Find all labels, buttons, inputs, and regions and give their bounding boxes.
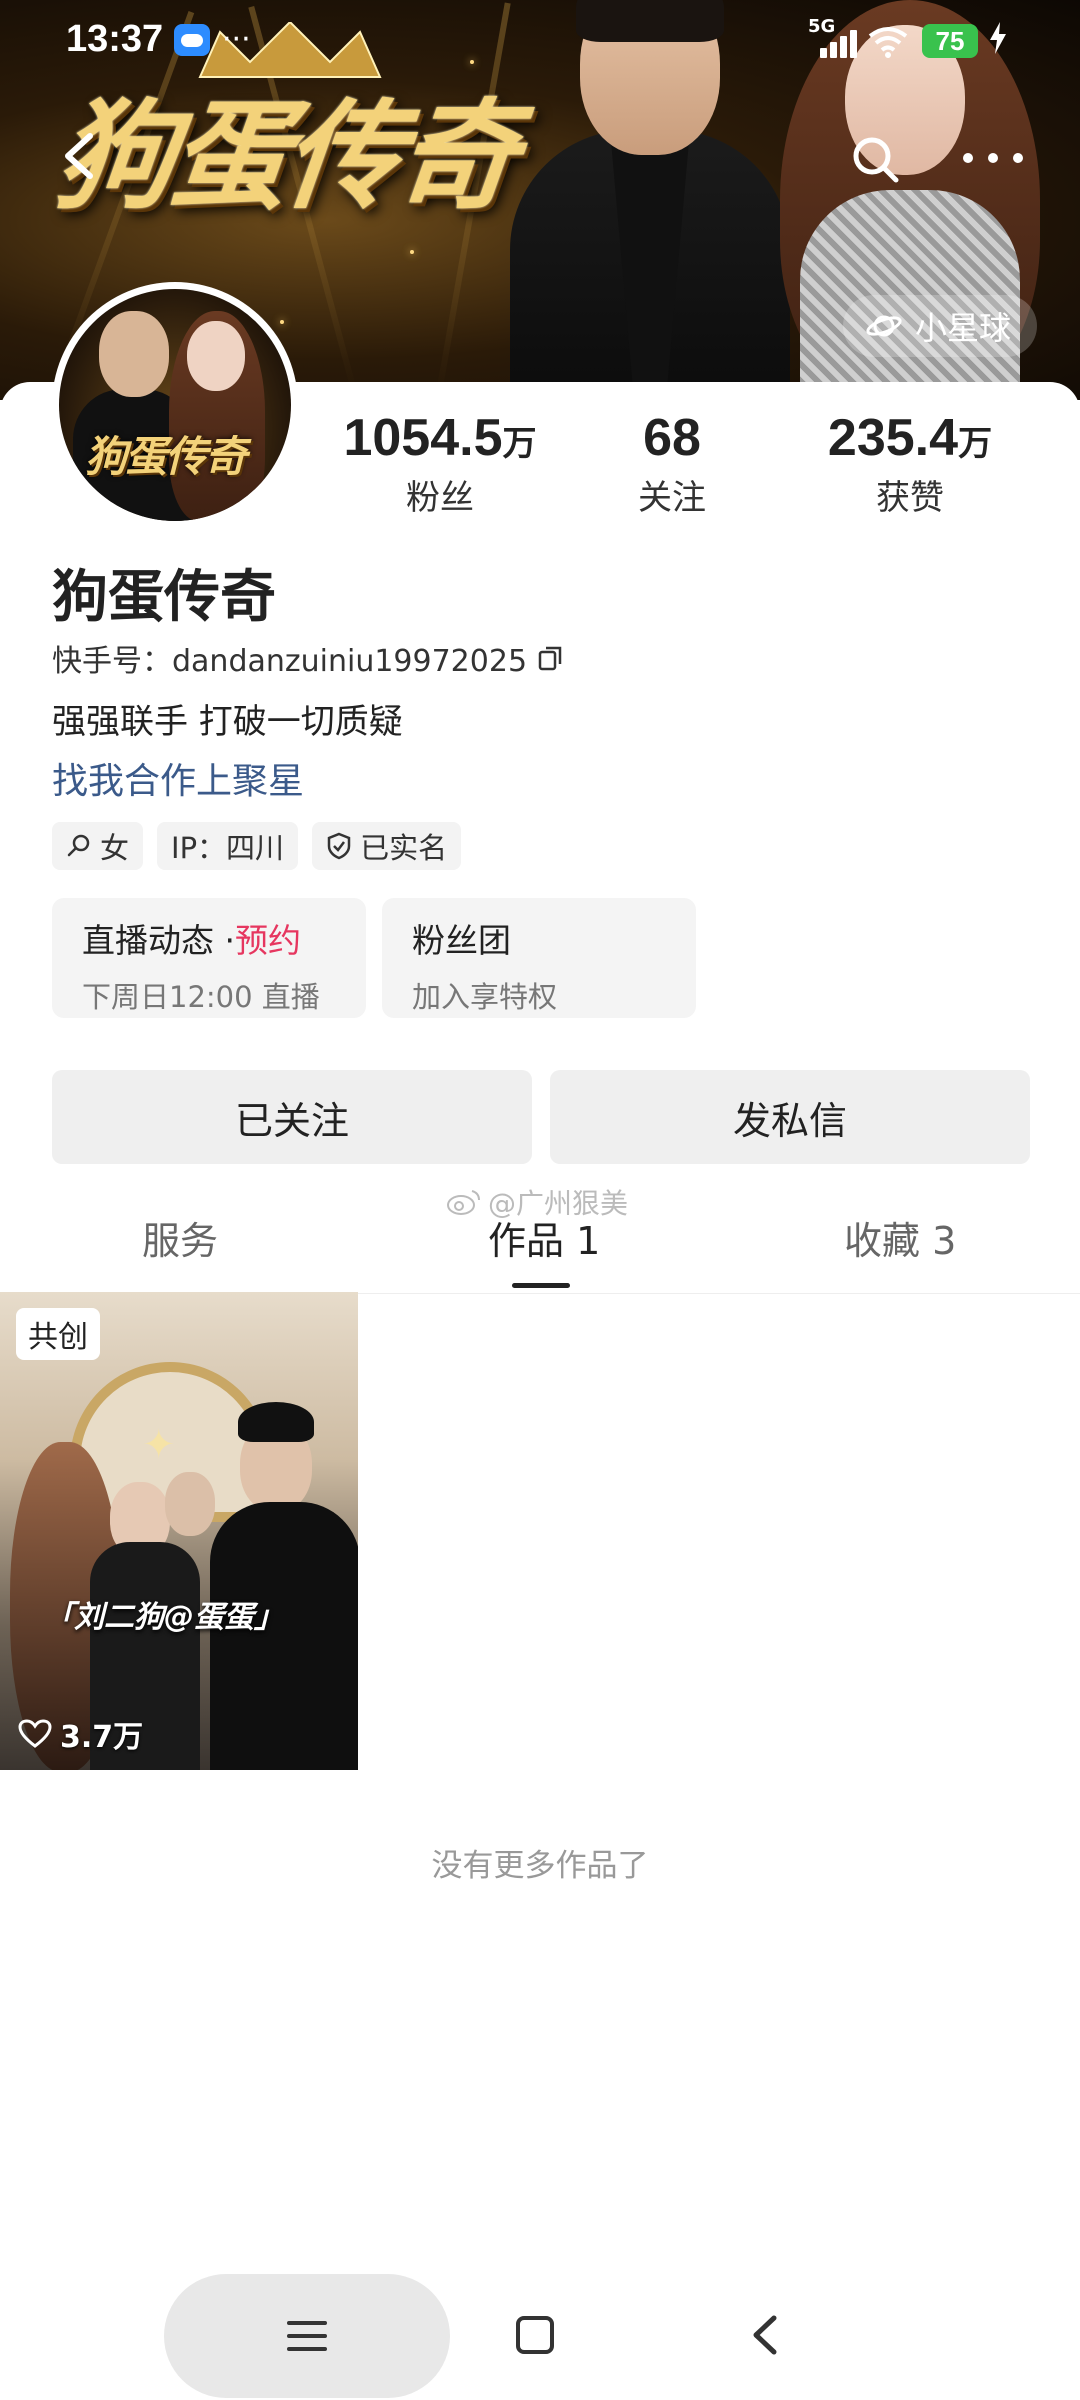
stat-following-value: 68 [643,409,701,467]
work-thumbnail[interactable]: ✦ 共创 「刘二狗@蛋蛋」 3.7万 [0,1292,358,1770]
followed-button[interactable]: 已关注 [52,1070,532,1164]
stat-followers-unit: 万 [502,425,537,463]
avatar-title: 狗蛋传奇 [85,432,247,481]
cloud-icon [174,24,210,56]
stat-likes[interactable]: 235.4万 获赞 [800,408,1020,519]
thumbnail-person [238,1402,314,1442]
system-back-button[interactable] [742,2310,792,2360]
tag-verified-label: 已实名 [360,831,448,865]
kuaishou-id-row[interactable]: 快手号：dandanzuiniu19972025 [52,636,565,680]
wifi-icon [868,26,908,66]
content-tabs: 服务 作品 1 收藏 3 [0,1210,1080,1294]
back-button[interactable] [54,128,110,184]
stat-followers-label: 粉丝 [406,478,474,518]
home-button[interactable] [516,2316,554,2354]
profile-tags: 女 IP：四川 已实名 [52,822,462,870]
status-bar: 13:37 ··· 5G 75 [0,0,1080,84]
tag-gender-label: 女 [100,831,130,865]
search-icon [853,137,899,183]
profile-bio: 强强联手 打破一切质疑 [52,702,403,742]
planet-button[interactable]: 小星球 [843,295,1037,357]
system-nav-bar [0,2270,1080,2400]
chandelier-icon: ✦ [142,1422,176,1468]
signal-icon [820,28,860,58]
work-likes-count: 3.7万 [60,1720,144,1755]
avatar[interactable]: 狗蛋传奇 [52,282,298,528]
cooperation-link[interactable]: 找我合作上聚星 [52,752,304,804]
stat-followers-value: 1054.5 [343,409,503,467]
banner-title: 狗蛋传奇 [49,86,521,225]
stat-following-label: 关注 [638,478,706,518]
stat-followers[interactable]: 1054.5万 粉丝 [330,408,550,519]
heart-icon [18,1719,52,1748]
sparkle [410,250,414,254]
tab-service[interactable]: 服务 [142,1210,218,1265]
tag-verified: 已实名 [312,822,462,870]
message-button[interactable]: 发私信 [550,1070,1030,1164]
live-card-dot: · [224,921,236,960]
fan-club-card[interactable]: 粉丝团 加入享特权 [382,898,696,1018]
fan-card-title: 粉丝团 [412,921,511,960]
stat-likes-unit: 万 [958,425,993,463]
search-button[interactable] [848,132,904,188]
stat-following[interactable]: 68 关注 [592,408,752,519]
tab-active-indicator [512,1283,570,1288]
tab-works[interactable]: 作品 1 [488,1210,600,1265]
copy-icon[interactable] [537,644,565,672]
status-time: 13:37 [66,18,164,60]
verified-shield-icon [327,832,351,860]
search-icon [67,834,90,857]
planet-icon [866,315,902,337]
profile-actions: 已关注 发私信 [52,1070,1030,1164]
thumbnail-person [210,1502,358,1770]
tag-ip-label: IP：四川 [171,831,285,865]
stat-likes-label: 获赞 [876,478,944,518]
profile-name: 狗蛋传奇 [52,565,276,630]
tab-favorites[interactable]: 收藏 3 [844,1210,956,1265]
menu-icon [287,2321,327,2351]
more-dots-icon [963,153,1023,163]
more-button[interactable] [958,140,1028,176]
charging-icon [990,22,1006,62]
live-card-title: 直播动态 [82,921,214,960]
fan-card-subtitle: 加入享特权 [412,980,558,1014]
work-likes: 3.7万 [18,1712,143,1756]
thumbnail-person [165,1472,215,1536]
co-create-badge: 共创 [16,1308,100,1360]
chevron-left-icon [753,2315,777,2355]
profile-stats: 1054.5万 粉丝 68 关注 235.4万 获赞 [330,408,1050,518]
planet-button-label: 小星球 [915,309,1012,347]
tag-ip: IP：四川 [157,822,299,870]
live-schedule-card[interactable]: 直播动态 ·预约 下周日12:00 直播 [52,898,366,1018]
profile-cards: 直播动态 ·预约 下周日12:00 直播 粉丝团 加入享特权 [52,898,696,1018]
recent-apps-button[interactable] [164,2274,450,2398]
sparkle [280,320,284,324]
chevron-left-icon [65,133,93,179]
live-card-reserve[interactable]: 预约 [235,921,301,960]
tag-gender: 女 [52,822,144,870]
work-caption: 「刘二狗@蛋蛋」 [44,1600,284,1635]
status-more: ··· [222,22,251,57]
live-card-subtitle: 下周日12:00 直播 [82,980,320,1014]
stat-likes-value: 235.4 [827,409,959,467]
no-more-works: 没有更多作品了 [431,1848,649,1884]
kuaishou-id: 快手号：dandanzuiniu19972025 [52,644,528,679]
battery-level: 75 [922,24,978,58]
